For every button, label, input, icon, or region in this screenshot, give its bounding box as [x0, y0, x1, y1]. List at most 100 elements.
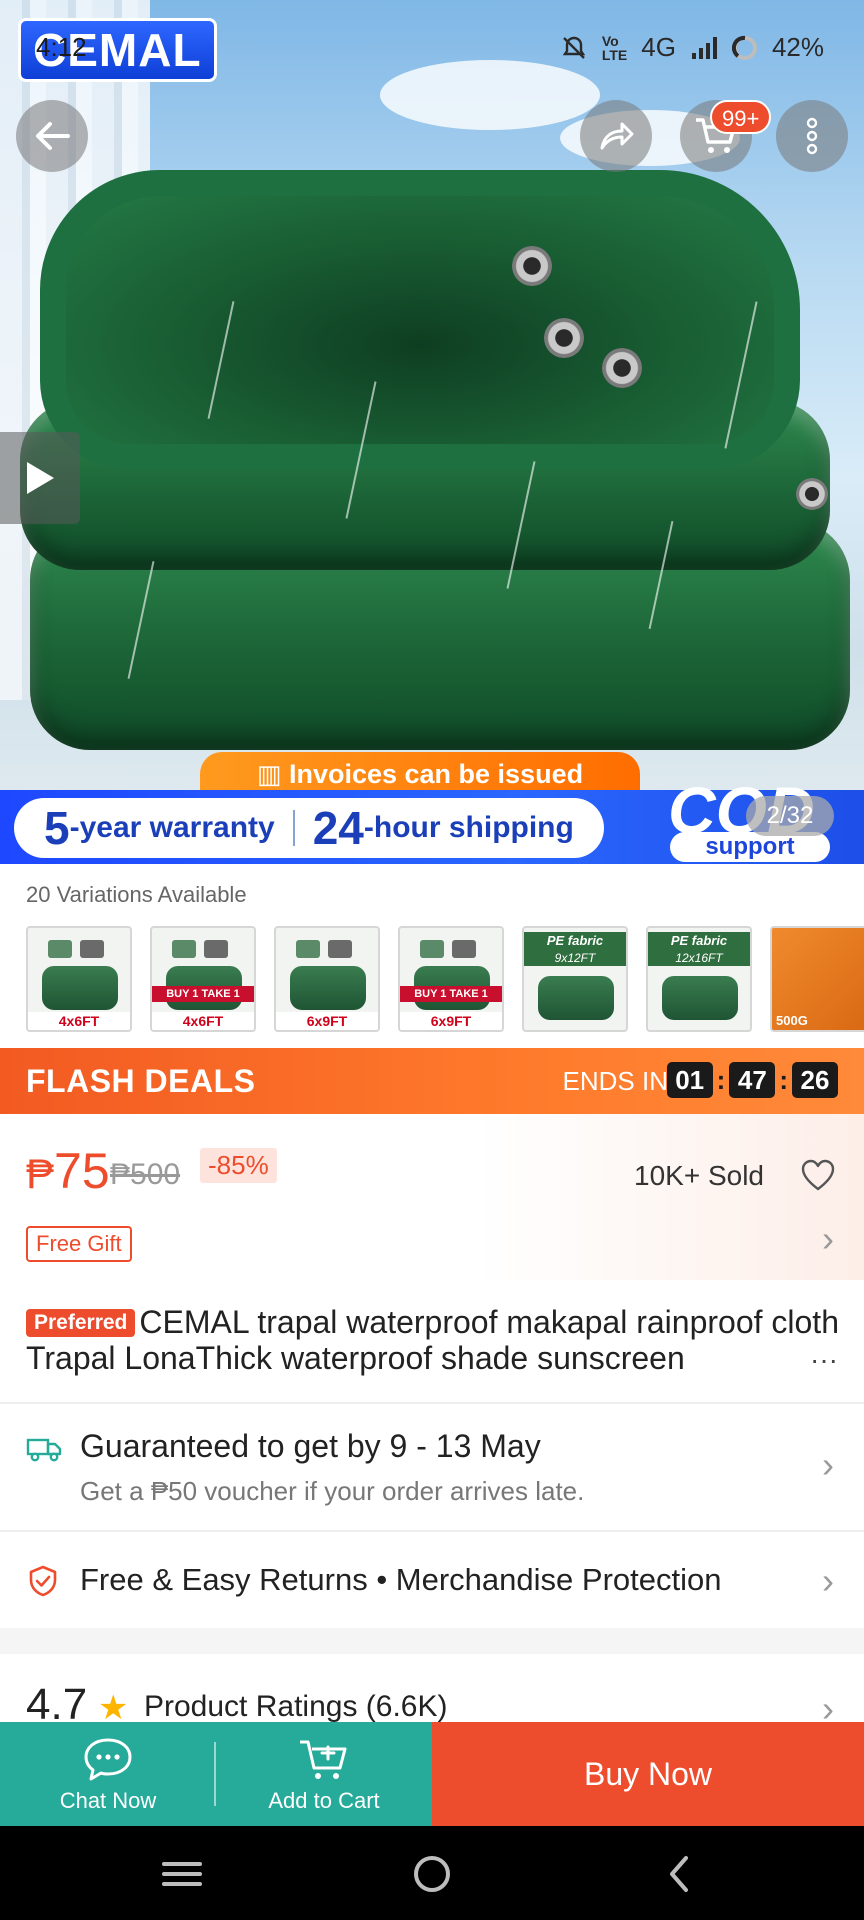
flash-ends-label: ENDS IN [562, 1066, 668, 1096]
timer-seconds: 26 [792, 1062, 838, 1098]
thumb-swatch [172, 940, 196, 958]
thumb-swatch [80, 940, 104, 958]
status-bar: CEMAL 4:12 Vo LTE 4G 42% [0, 0, 864, 100]
add-to-cart-button[interactable]: Add to Cart [216, 1722, 432, 1826]
preferred-badge: Preferred [26, 1309, 136, 1337]
variations-label: 20 Variations Available [26, 882, 247, 907]
mute-bell-icon [562, 36, 586, 59]
product-title-text: CEMAL trapal waterproof makapal rainproo… [26, 1304, 839, 1376]
back-button[interactable] [16, 100, 88, 172]
variation-size-label: 4x6FT [152, 1012, 254, 1030]
sold-count: 10K+ Sold [634, 1160, 764, 1191]
system-nav-bar [0, 1826, 864, 1920]
variation-thumb[interactable]: PE fabric 12x16FT [646, 926, 752, 1032]
recents-menu-icon[interactable] [152, 1852, 212, 1896]
variation-weight-label: 500G [776, 1013, 808, 1028]
chat-now-button[interactable]: Chat Now [0, 1722, 216, 1826]
variation-fabric-label: PE fabric [648, 932, 750, 950]
volte-icon: Vo LTE [601, 32, 628, 63]
image-page-indicator: 2/32 [746, 796, 834, 836]
invoice-banner-text: Invoices can be issued [288, 759, 584, 789]
variation-size-label: 9x12FT [524, 950, 626, 966]
thumb-swatch [48, 940, 72, 958]
grommet [602, 348, 642, 388]
countdown-timer: 01 : 47 : 26 [666, 1062, 838, 1098]
receipt-icon: ▥ [256, 759, 282, 789]
buy-now-button[interactable]: Buy Now [432, 1722, 864, 1826]
strip-divider [292, 810, 295, 846]
status-time: 4:12 [36, 32, 87, 62]
delivery-voucher-note: Get a ₱50 voucher if your order arrives … [80, 1476, 585, 1506]
share-arrow-icon [600, 122, 634, 150]
timer-hours: 01 [666, 1062, 713, 1098]
add-to-cart-label: Add to Cart [268, 1788, 380, 1813]
ratings-label[interactable]: Product Ratings (6.6K) [144, 1690, 447, 1724]
more-options-button[interactable] [776, 100, 848, 172]
thumb-swatch [204, 940, 228, 958]
video-play-button[interactable] [0, 432, 80, 524]
divider [0, 1402, 864, 1404]
vertical-dots-icon [806, 117, 818, 155]
section-gap [0, 1628, 864, 1654]
returns-protection[interactable]: Free & Easy Returns • Merchandise Protec… [80, 1562, 721, 1598]
battery-level: 42% [771, 32, 824, 62]
timer-colon: : [716, 1064, 726, 1095]
variation-thumb[interactable]: 6x9FT [274, 926, 380, 1032]
bottom-action-bar: Chat Now Add to Cart Buy Now [0, 1722, 864, 1826]
cart-count-badge: 99+ [710, 100, 772, 134]
variation-thumbnails[interactable]: 4x6FT BUY 1 TAKE 1 4x6FT 6x9FT BUY 1 TAK… [26, 926, 864, 1032]
variation-thumb[interactable]: 500G [770, 926, 864, 1032]
flash-deals-title: FLASH DEALS [26, 1062, 256, 1099]
product-image-carousel[interactable]: CEMAL 4:12 Vo LTE 4G 42% 99+ ▥ Invoices c… [0, 0, 864, 864]
current-price: ₱75 [26, 1142, 110, 1200]
tarp-fold [40, 170, 800, 470]
warranty-number: 5 [44, 802, 70, 854]
status-indicators: Vo LTE 4G 42% [560, 32, 824, 63]
truck-icon [26, 1438, 62, 1462]
back-chevron-icon[interactable] [650, 1852, 710, 1896]
chevron-right-icon[interactable]: › [822, 1218, 834, 1260]
price-section: ₱75 ₱500 -85% 10K+ Sold Free Gift › [0, 1114, 864, 1280]
discount-badge: -85% [200, 1148, 277, 1183]
variation-thumb[interactable]: BUY 1 TAKE 1 6x9FT [398, 926, 504, 1032]
variation-thumb[interactable]: 4x6FT [26, 926, 132, 1032]
variation-size-label: 6x9FT [400, 1012, 502, 1030]
grommet [544, 318, 584, 358]
variation-size-label: 6x9FT [276, 1012, 378, 1030]
thumb-swatch [452, 940, 476, 958]
thumb-tarp [290, 966, 366, 1010]
variation-thumb[interactable]: PE fabric 9x12FT [522, 926, 628, 1032]
thumb-tarp [662, 976, 738, 1020]
warranty-strip: 5 -year warranty 24 -hour shipping [14, 798, 604, 858]
play-icon [27, 462, 54, 494]
flash-deals-bar[interactable]: FLASH DEALS ENDS IN 01 : 47 : 26 [0, 1048, 864, 1114]
cart-plus-icon [300, 1740, 347, 1779]
currency-symbol: ₱ [26, 1150, 55, 1197]
chat-bubble-icon [84, 1738, 132, 1781]
shipping-number: 24 [312, 802, 364, 854]
home-circle-icon[interactable] [402, 1852, 462, 1896]
variation-fabric-label: PE fabric [524, 932, 626, 950]
variation-size-label: 12x16FT [648, 950, 750, 966]
timer-colon: : [779, 1064, 788, 1095]
shipping-text: -hour shipping [363, 811, 574, 844]
thumb-swatch [296, 940, 320, 958]
grommet [512, 246, 552, 286]
free-gift-tag[interactable]: Free Gift [26, 1226, 132, 1262]
share-button[interactable] [580, 100, 652, 172]
arrow-left-icon [36, 122, 70, 150]
variation-thumb[interactable]: BUY 1 TAKE 1 4x6FT [150, 926, 256, 1032]
more-title-icon[interactable]: ··· [810, 1344, 838, 1376]
delivery-guarantee[interactable]: Guaranteed to get by 9 - 13 May [80, 1428, 541, 1465]
battery-ring-icon [731, 35, 757, 60]
warranty-text: -year warranty [69, 811, 275, 844]
chevron-right-icon[interactable]: › [822, 1560, 834, 1602]
variation-promo-label: BUY 1 TAKE 1 [400, 986, 502, 1002]
product-title: Preferred CEMAL trapal waterproof makapal… [26, 1304, 842, 1376]
thumb-tarp [42, 966, 118, 1010]
price-value: 75 [54, 1143, 110, 1199]
chevron-right-icon[interactable]: › [822, 1444, 834, 1486]
thumb-swatch [420, 940, 444, 958]
signal-icon [691, 36, 717, 59]
heart-icon[interactable] [800, 1158, 836, 1194]
